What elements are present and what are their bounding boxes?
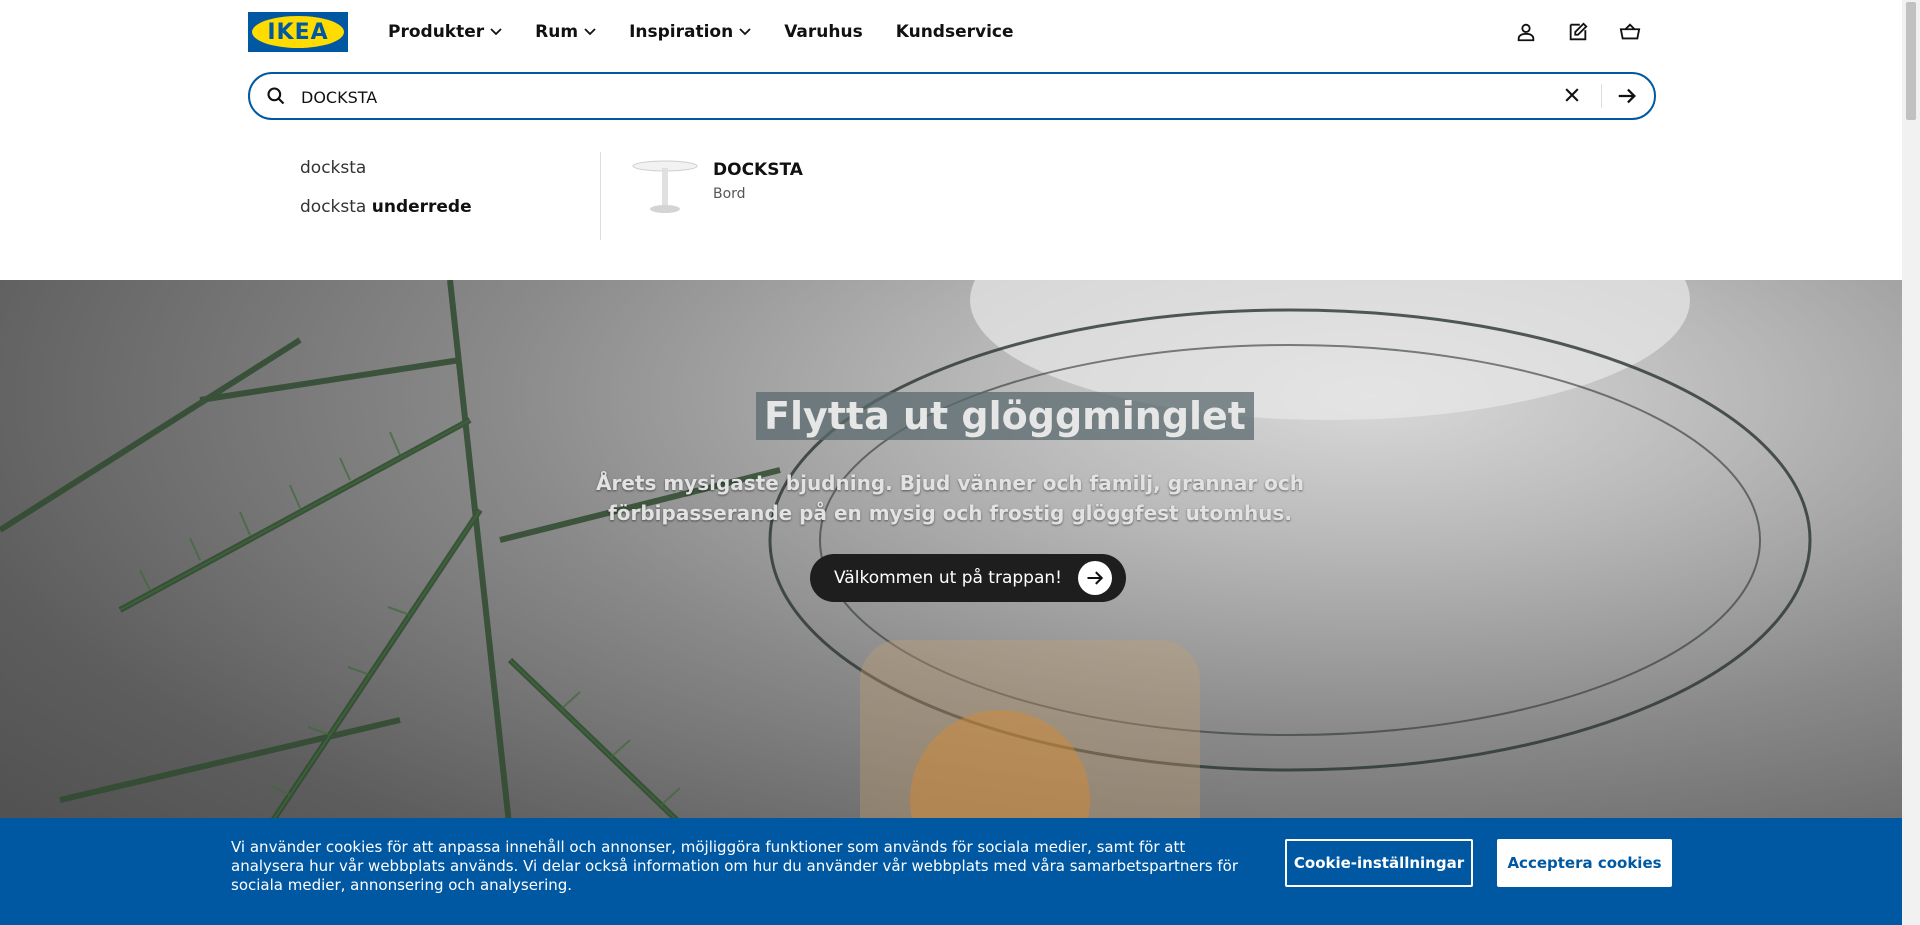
search-suggestions: docksta docksta underrede <box>300 158 472 236</box>
nav-label: Inspiration <box>629 22 734 42</box>
suggestion-text: docksta <box>300 197 372 217</box>
chevron-down-icon <box>490 28 502 36</box>
header-icons <box>1512 18 1668 46</box>
product-result[interactable]: DOCKSTA Bord <box>630 156 803 218</box>
nav-item-inspiration[interactable]: Inspiration <box>629 22 751 42</box>
nav-item-kundservice[interactable]: Kundservice <box>896 22 1014 42</box>
nav-label: Rum <box>535 22 579 42</box>
search-divider <box>1601 84 1602 108</box>
cookie-settings-button[interactable]: Cookie-inställningar <box>1285 839 1473 887</box>
ikea-logo[interactable]: IKEA <box>248 12 348 52</box>
scrollbar-thumb[interactable] <box>1906 2 1916 120</box>
search-icon <box>267 87 285 105</box>
chevron-down-icon <box>584 28 596 36</box>
nav-item-rum[interactable]: Rum <box>535 22 596 42</box>
scrollbar[interactable] <box>1902 0 1920 925</box>
search-bar <box>248 72 1656 120</box>
nav-item-varuhus[interactable]: Varuhus <box>784 22 863 42</box>
suggestion-item[interactable]: docksta <box>300 158 472 180</box>
chevron-down-icon <box>739 28 751 36</box>
suggestions-divider <box>600 152 601 240</box>
accept-cookies-button[interactable]: Acceptera cookies <box>1497 839 1672 887</box>
cookie-text: Vi använder cookies för att anpassa inne… <box>231 838 1238 894</box>
hero-subtitle: Årets mysigaste bjudning. Bjud vänner oc… <box>596 471 1304 525</box>
nav-label: Varuhus <box>784 22 863 42</box>
hero-cta-button[interactable]: Välkommen ut på trappan! <box>810 554 1126 602</box>
product-thumbnail <box>632 160 698 213</box>
search-input[interactable] <box>299 82 1483 112</box>
suggestion-item[interactable]: docksta underrede <box>300 197 472 219</box>
cookie-banner: Vi använder cookies för att anpassa inne… <box>0 818 1902 925</box>
logo-text: IKEA <box>267 19 329 45</box>
arrow-right-icon[interactable] <box>1616 85 1638 107</box>
main-nav: Produkter Rum Inspiration Varuhus Kundse… <box>388 18 1047 46</box>
suggestion-text: docksta <box>300 158 367 178</box>
product-name: DOCKSTA <box>713 160 803 180</box>
nav-item-produkter[interactable]: Produkter <box>388 22 502 42</box>
hero-cta-label: Välkommen ut på trappan! <box>834 568 1062 588</box>
suggestion-bold: underrede <box>371 197 472 217</box>
user-icon[interactable] <box>1512 18 1540 46</box>
close-icon[interactable] <box>1562 85 1582 105</box>
product-info: DOCKSTA Bord <box>713 156 803 218</box>
nav-label: Kundservice <box>895 22 1014 42</box>
logo-oval: IKEA <box>252 16 344 48</box>
shopping-list-icon[interactable] <box>1564 18 1592 46</box>
site-header: IKEA Produkter Rum Inspiration Varuhus K… <box>0 0 1902 280</box>
hero-title: Flytta ut glöggminglet <box>756 392 1254 440</box>
cart-icon[interactable] <box>1616 18 1644 46</box>
nav-label: Produkter <box>388 22 485 42</box>
product-type: Bord <box>713 186 746 202</box>
arrow-right-icon <box>1077 561 1112 595</box>
